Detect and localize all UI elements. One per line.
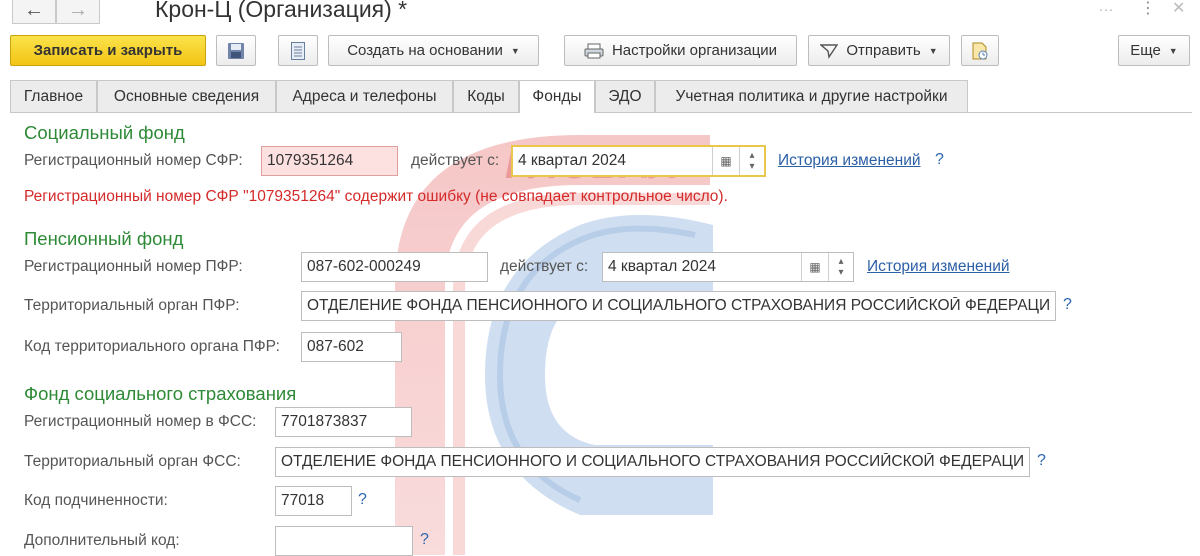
printer-icon (584, 43, 604, 58)
org-settings-button[interactable]: Настройки организации (564, 35, 797, 66)
more-menu-icon[interactable]: ⋮ (1140, 0, 1156, 18)
fss-org-input[interactable]: ОТДЕЛЕНИЕ ФОНДА ПЕНСИОННОГО И СОЦИАЛЬНОГ… (275, 447, 1030, 477)
save-and-close-button[interactable]: Записать и закрыть (10, 35, 206, 66)
sfr-error-message: Регистрационный номер СФР "1079351264" с… (24, 188, 728, 205)
save-button[interactable] (216, 35, 256, 66)
sfr-heading: Социальный фонд (24, 122, 185, 143)
spin-arrows-icon[interactable]: ▴ ▾ (739, 147, 764, 175)
fss-reg-number-value: 7701873837 (281, 413, 368, 430)
tab-addresses-phones[interactable]: Адреса и телефоны (276, 80, 453, 112)
fss-reg-label: Регистрационный номер в ФСС: (24, 413, 257, 430)
fss-add-code-label: Дополнительный код: (24, 532, 180, 549)
fss-reg-number-input[interactable]: 7701873837 (275, 407, 412, 437)
pfr-code-value: 087-602 (307, 338, 364, 355)
forward-button[interactable]: → (56, 0, 100, 24)
calendar-icon[interactable]: ▦ (801, 253, 828, 281)
fss-sub-code-value: 77018 (281, 492, 325, 509)
pfr-code-input[interactable]: 087-602 (301, 332, 402, 362)
dropdown-caret-icon: ▼ (1168, 45, 1178, 56)
dropdown-caret-icon: ▼ (510, 45, 520, 56)
send-arrow-icon (820, 43, 839, 59)
sfr-reg-number-value: 1079351264 (267, 152, 354, 169)
pfr-heading: Пенсионный фонд (24, 228, 184, 249)
report-button[interactable] (278, 35, 318, 66)
file-clock-icon (972, 42, 988, 59)
send-button[interactable]: Отправить ▼ (808, 35, 950, 66)
document-list-icon (291, 41, 305, 60)
expand-icon[interactable]: … (1098, 0, 1114, 16)
create-based-on-label: Создать на основании (347, 42, 503, 59)
sfr-help-icon[interactable]: ? (935, 151, 944, 169)
send-label: Отправить (846, 42, 921, 59)
fss-org-help-icon[interactable]: ? (1037, 452, 1046, 470)
tab-accounting-policy[interactable]: Учетная политика и другие настройки (655, 80, 968, 112)
arrow-right-icon: → (68, 0, 88, 21)
fss-org-label: Территориальный орган ФСС: (24, 453, 241, 470)
pfr-code-label: Код территориального органа ПФР: (24, 338, 280, 355)
arrow-left-icon: ← (24, 0, 44, 21)
pfr-reg-number-value: 087-602-000249 (307, 258, 421, 275)
tab-funds[interactable]: Фонды (519, 80, 595, 113)
watermark-bottom-text: СОФТ (600, 398, 723, 447)
pfr-valid-from-input[interactable]: 4 квартал 2024 ▦ ▴ ▾ (602, 252, 854, 282)
fss-add-code-help-icon[interactable]: ? (420, 531, 429, 549)
close-icon[interactable]: ✕ (1172, 0, 1185, 18)
pfr-history-link[interactable]: История изменений (867, 258, 1010, 276)
fss-org-value: ОТДЕЛЕНИЕ ФОНДА ПЕНСИОННОГО И СОЦИАЛЬНОГ… (281, 453, 1024, 470)
globalsoft-watermark: ГЛОБАЛ СОФТ (395, 135, 723, 555)
pfr-reg-number-input[interactable]: 087-602-000249 (301, 252, 488, 282)
tab-main[interactable]: Главное (10, 80, 97, 112)
tab-codes[interactable]: Коды (453, 80, 519, 112)
sfr-history-link[interactable]: История изменений (778, 152, 921, 170)
window-title: Крон-Ц (Организация) * (155, 0, 408, 22)
fss-heading: Фонд социального страхования (24, 383, 297, 404)
tab-basic-info[interactable]: Основные сведения (97, 80, 276, 112)
fss-sub-code-input[interactable]: 77018 (275, 486, 352, 516)
dropdown-caret-icon: ▼ (928, 45, 938, 56)
sfr-valid-from-label: действует с: (411, 152, 500, 169)
fss-add-code-input[interactable] (275, 526, 413, 556)
back-button[interactable]: ← (12, 0, 56, 24)
pfr-org-label: Территориальный орган ПФР: (24, 297, 240, 314)
calendar-icon[interactable]: ▦ (712, 147, 739, 175)
tabs-baseline (10, 112, 1192, 113)
more-label: Еще (1130, 42, 1161, 59)
pfr-reg-label: Регистрационный номер ПФР: (24, 258, 243, 275)
more-button[interactable]: Еще ▼ (1118, 35, 1190, 66)
sfr-reg-number-input[interactable]: 1079351264 (261, 146, 398, 176)
create-based-on-button[interactable]: Создать на основании ▼ (328, 35, 539, 66)
tab-edo[interactable]: ЭДО (595, 80, 655, 112)
fss-sub-code-label: Код подчиненности: (24, 492, 168, 509)
sfr-valid-from-input[interactable]: 4 квартал 2024 ▦ ▴ ▾ (511, 145, 766, 177)
fss-sub-code-help-icon[interactable]: ? (358, 491, 367, 509)
pfr-valid-from-value: 4 квартал 2024 (608, 258, 717, 275)
spin-arrows-icon[interactable]: ▴ ▾ (828, 253, 853, 281)
sfr-valid-from-value: 4 квартал 2024 (518, 152, 627, 169)
pfr-org-help-icon[interactable]: ? (1063, 296, 1072, 314)
org-settings-label: Настройки организации (611, 42, 778, 59)
attached-files-button[interactable] (961, 35, 999, 66)
pfr-org-value: ОТДЕЛЕНИЕ ФОНДА ПЕНСИОННОГО И СОЦИАЛЬНОГ… (307, 297, 1050, 314)
floppy-disk-icon (228, 42, 244, 59)
sfr-reg-label: Регистрационный номер СФР: (24, 152, 243, 169)
pfr-org-input[interactable]: ОТДЕЛЕНИЕ ФОНДА ПЕНСИОННОГО И СОЦИАЛЬНОГ… (301, 291, 1056, 321)
pfr-valid-from-label: действует с: (500, 258, 589, 275)
